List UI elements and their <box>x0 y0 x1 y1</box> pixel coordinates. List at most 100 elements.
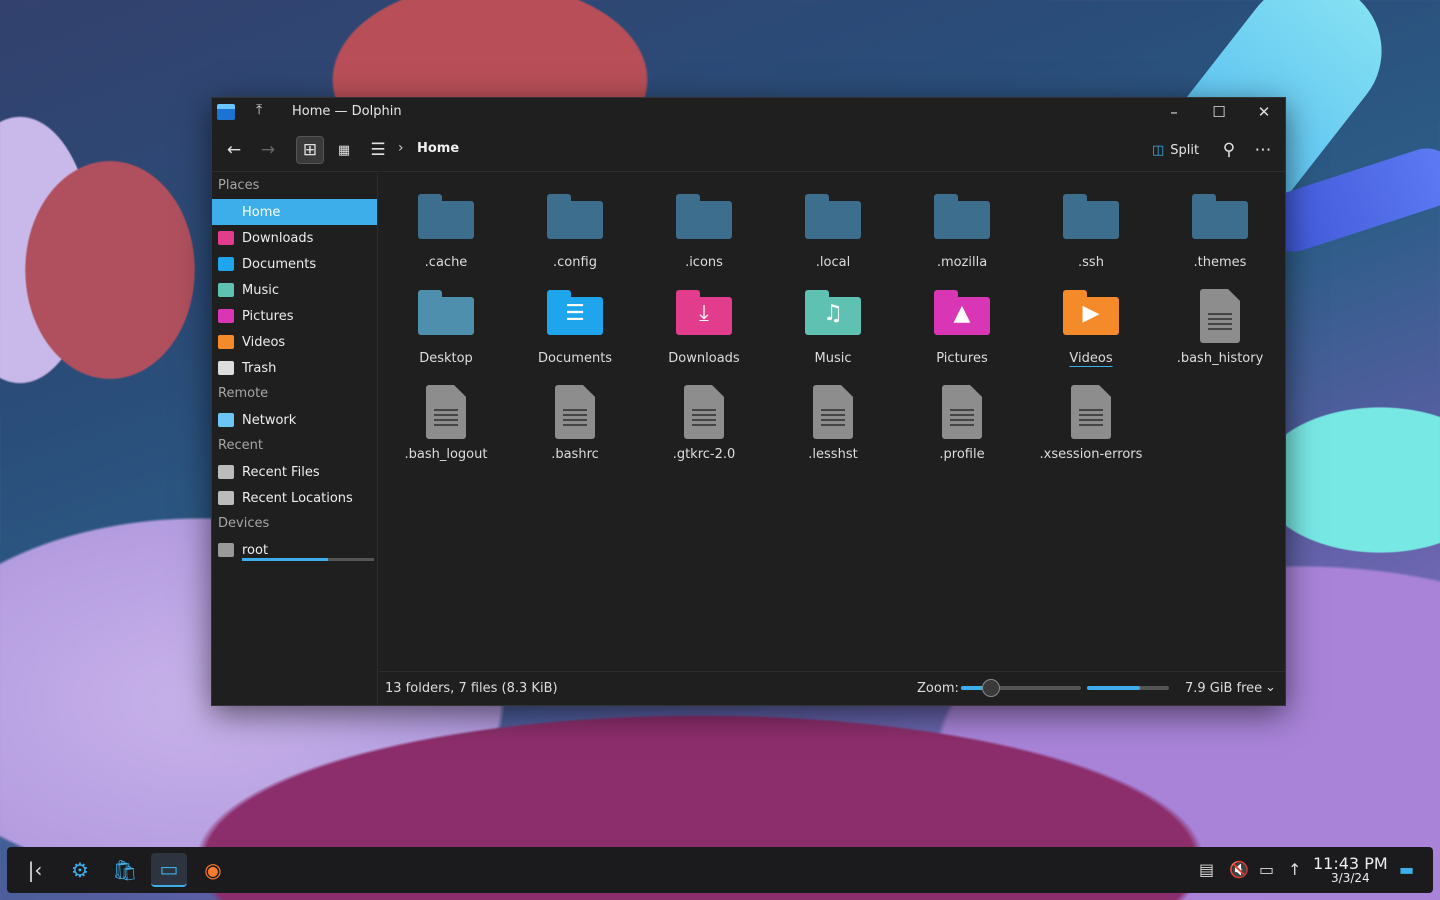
item-name: .cache <box>424 255 468 270</box>
status-bar: 13 folders, 7 files (8.3 KiB) Zoom: 7.9 … <box>379 671 1285 705</box>
file-view[interactable]: .cache .config .icons .local .mozilla .ssh .th… <box>379 173 1285 671</box>
file-item[interactable]: .bashrc <box>515 377 635 467</box>
folder-item[interactable]: .cache <box>386 185 506 275</box>
text-file-icon <box>934 385 990 439</box>
documents-icon <box>218 257 234 271</box>
sidebar-item-trash[interactable]: Trash <box>212 355 377 381</box>
item-name: .bash_history <box>1176 351 1264 366</box>
show-desktop-icon[interactable]: ▬ <box>1399 860 1414 879</box>
folder-item[interactable]: ⤓ Downloads <box>644 281 764 371</box>
item-name: .themes <box>1193 255 1247 270</box>
places-sidebar: Places Home Downloads Documents Music Picture… <box>212 173 378 705</box>
more-options-button[interactable]: ⋯ <box>1249 136 1277 164</box>
folder-item[interactable]: .ssh <box>1031 185 1151 275</box>
item-name: .profile <box>939 447 985 462</box>
search-button[interactable]: ⚲ <box>1215 136 1243 164</box>
sidebar-item-documents[interactable]: Documents <box>212 251 377 277</box>
network-icon <box>218 413 234 427</box>
item-name: .lesshst <box>808 447 858 462</box>
split-label: Split <box>1170 142 1200 158</box>
sidebar-item-music[interactable]: Music <box>212 277 377 303</box>
sidebar-item-home[interactable]: Home <box>212 199 377 225</box>
sidebar-item-label: Downloads <box>242 230 314 246</box>
minimize-button[interactable]: – <box>1162 101 1186 123</box>
file-item[interactable]: .xsession-errors <box>1031 377 1151 467</box>
chevron-down-icon[interactable]: ⌄ <box>1265 680 1276 695</box>
search-icon: ⚲ <box>1222 140 1236 160</box>
folder-item[interactable]: ☰ Documents <box>515 281 635 371</box>
split-button[interactable]: ◫ Split <box>1152 136 1199 164</box>
sidebar-item-network[interactable]: Network <box>212 407 377 433</box>
folder-item[interactable]: .icons <box>644 185 764 275</box>
folder-item[interactable]: .local <box>773 185 893 275</box>
breadcrumb-home[interactable]: Home <box>417 141 459 156</box>
free-space-bar <box>1087 686 1169 690</box>
folder-item[interactable]: ▶ Videos <box>1031 281 1151 371</box>
launcher-icon: |‹ <box>27 858 43 882</box>
sidebar-item-downloads[interactable]: Downloads <box>212 225 377 251</box>
sidebar-item-label: Network <box>242 412 297 428</box>
folder-item[interactable]: Desktop <box>386 281 506 371</box>
sidebar-item-recent-locations[interactable]: Recent Locations <box>212 485 377 511</box>
folder-icon <box>418 193 474 241</box>
dolphin-folder-icon: ▭ <box>159 857 179 881</box>
dolphin-window: ⤒ Home — Dolphin – ☐ ✕ ← → ⊞ ▦ ☰ › Home … <box>211 97 1286 706</box>
compact-view-button[interactable]: ▦ <box>330 136 358 164</box>
keep-above-icon[interactable]: ⤒ <box>256 102 262 118</box>
file-item[interactable]: .lesshst <box>773 377 893 467</box>
folder-item[interactable]: .themes <box>1160 185 1280 275</box>
file-item[interactable]: .gtkrc-2.0 <box>644 377 764 467</box>
disk-usage-fill <box>242 558 328 561</box>
dolphin-app-icon[interactable] <box>217 104 235 120</box>
item-name: .bashrc <box>551 447 599 462</box>
list-icon: ☰ <box>370 140 386 160</box>
volume-muted-icon[interactable]: 🔇 <box>1229 860 1249 879</box>
item-name: .gtkrc-2.0 <box>672 447 736 462</box>
window-title: Home — Dolphin <box>292 104 402 119</box>
folder-icon: ☰ <box>547 289 603 337</box>
folder-item[interactable]: .mozilla <box>902 185 1022 275</box>
application-launcher[interactable]: |‹ <box>17 853 53 887</box>
forward-button[interactable]: → <box>254 136 282 164</box>
zoom-slider-handle[interactable] <box>982 679 1000 697</box>
sidebar-item-videos[interactable]: Videos <box>212 329 377 355</box>
file-item[interactable]: .profile <box>902 377 1022 467</box>
sidebar-item-root[interactable]: root <box>212 537 377 563</box>
digital-clock[interactable]: 11:43 PM 3/3/24 <box>1313 854 1388 885</box>
discover-task[interactable]: 🛍 <box>107 853 143 887</box>
folder-item[interactable]: ♫ Music <box>773 281 893 371</box>
system-settings-task[interactable]: ⚙ <box>62 853 98 887</box>
sidebar-item-pictures[interactable]: Pictures <box>212 303 377 329</box>
file-item[interactable]: .bash_history <box>1160 281 1280 371</box>
chevron-right-icon: › <box>398 140 404 156</box>
notifications-icon[interactable]: ▭ <box>1259 860 1274 879</box>
sidebar-item-label: Videos <box>242 334 286 350</box>
text-file-icon <box>676 385 732 439</box>
text-file-icon <box>418 385 474 439</box>
firefox-task[interactable]: ◉ <box>195 853 231 887</box>
folder-item[interactable]: ▲ Pictures <box>902 281 1022 371</box>
grid-small-icon: ▦ <box>337 142 351 158</box>
maximize-button[interactable]: ☐ <box>1207 101 1231 123</box>
sidebar-item-label: Pictures <box>242 308 294 324</box>
show-hidden-icons-arrow-icon[interactable]: ↑ <box>1288 860 1301 879</box>
zoom-slider[interactable] <box>961 679 1081 697</box>
free-space-label[interactable]: 7.9 GiB free <box>1185 681 1262 696</box>
text-file-icon <box>1192 289 1248 343</box>
sidebar-section-devices: Devices <box>218 516 270 531</box>
sidebar-section-remote: Remote <box>218 386 269 401</box>
title-bar[interactable]: ⤒ Home — Dolphin – ☐ ✕ <box>212 98 1285 127</box>
details-view-button[interactable]: ☰ <box>364 136 392 164</box>
item-name: Pictures <box>936 351 988 366</box>
icons-view-button[interactable]: ⊞ <box>296 136 324 164</box>
item-name: .bash_logout <box>404 447 488 462</box>
close-button[interactable]: ✕ <box>1252 101 1276 123</box>
back-button[interactable]: ← <box>220 136 248 164</box>
sidebar-section-places: Places <box>218 178 260 193</box>
sidebar-item-recent-files[interactable]: Recent Files <box>212 459 377 485</box>
folder-item[interactable]: .config <box>515 185 635 275</box>
dolphin-task[interactable]: ▭ <box>151 853 187 887</box>
file-item[interactable]: .bash_logout <box>386 377 506 467</box>
item-name: Desktop <box>419 351 473 366</box>
clipboard-icon[interactable]: ▤ <box>1199 860 1214 879</box>
